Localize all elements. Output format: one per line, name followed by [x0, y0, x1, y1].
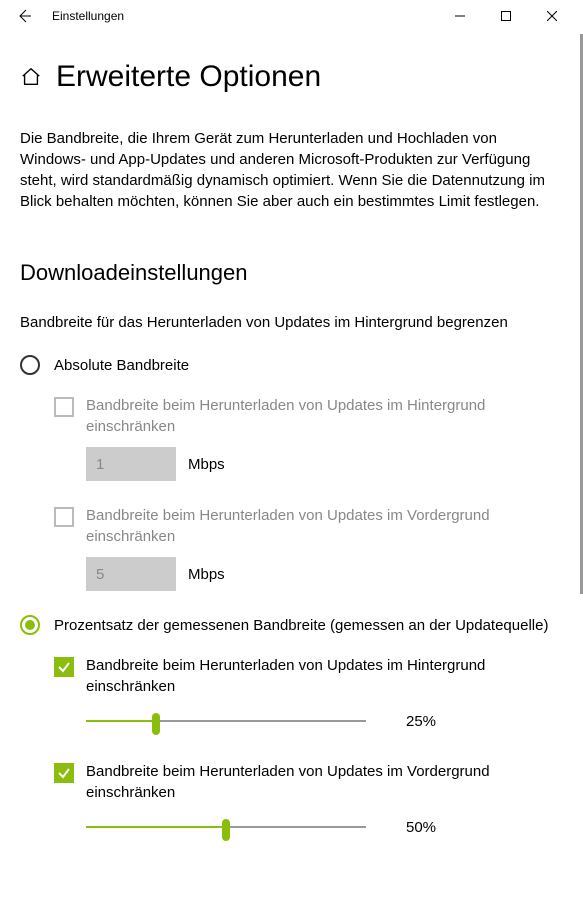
- check-icon: [57, 660, 71, 674]
- radio-absolute-label: Absolute Bandbreite: [54, 357, 189, 374]
- slider-pct-background[interactable]: [86, 711, 366, 731]
- radio-icon: [20, 615, 40, 635]
- slider-pct-foreground-value: 50%: [406, 819, 456, 836]
- checkbox-pct-background-label: Bandbreite beim Herunterladen von Update…: [86, 655, 546, 697]
- slider-pct-foreground[interactable]: [86, 817, 366, 837]
- checkbox-pct-foreground-label: Bandbreite beim Herunterladen von Update…: [86, 761, 546, 803]
- arrow-left-icon: [16, 8, 32, 24]
- download-section-title: Downloadeinstellungen: [20, 260, 563, 286]
- unit-mbps: Mbps: [188, 456, 225, 473]
- minimize-button[interactable]: [437, 0, 483, 32]
- input-abs-foreground: [86, 557, 176, 591]
- checkbox-pct-foreground[interactable]: [54, 763, 74, 783]
- radio-percent-bandwidth[interactable]: Prozentsatz der gemessenen Bandbreite (g…: [20, 615, 563, 635]
- page-title: Erweiterte Optionen: [56, 60, 321, 94]
- checkbox-pct-background[interactable]: [54, 657, 74, 677]
- intro-text: Die Bandbreite, die Ihrem Gerät zum Heru…: [20, 128, 560, 212]
- checkbox-abs-background: [54, 397, 74, 417]
- slider-thumb[interactable]: [152, 713, 160, 735]
- unit-mbps: Mbps: [188, 566, 225, 583]
- maximize-icon: [501, 11, 511, 21]
- check-icon: [57, 766, 71, 780]
- close-icon: [547, 11, 557, 21]
- checkbox-abs-foreground-label: Bandbreite beim Herunterladen von Update…: [86, 505, 546, 547]
- minimize-icon: [455, 11, 465, 21]
- slider-thumb[interactable]: [222, 819, 230, 841]
- window-title: Einstellungen: [52, 9, 437, 23]
- maximize-button[interactable]: [483, 0, 529, 32]
- radio-absolute-bandwidth[interactable]: Absolute Bandbreite: [20, 355, 563, 375]
- download-subheading: Bandbreite für das Herunterladen von Upd…: [20, 314, 563, 331]
- radio-percent-label: Prozentsatz der gemessenen Bandbreite (g…: [54, 617, 548, 634]
- slider-pct-background-value: 25%: [406, 713, 456, 730]
- checkbox-abs-foreground: [54, 507, 74, 527]
- radio-icon: [20, 355, 40, 375]
- home-icon[interactable]: [20, 66, 42, 88]
- checkbox-abs-background-label: Bandbreite beim Herunterladen von Update…: [86, 395, 546, 437]
- back-button[interactable]: [8, 0, 40, 32]
- input-abs-background: [86, 447, 176, 481]
- close-button[interactable]: [529, 0, 575, 32]
